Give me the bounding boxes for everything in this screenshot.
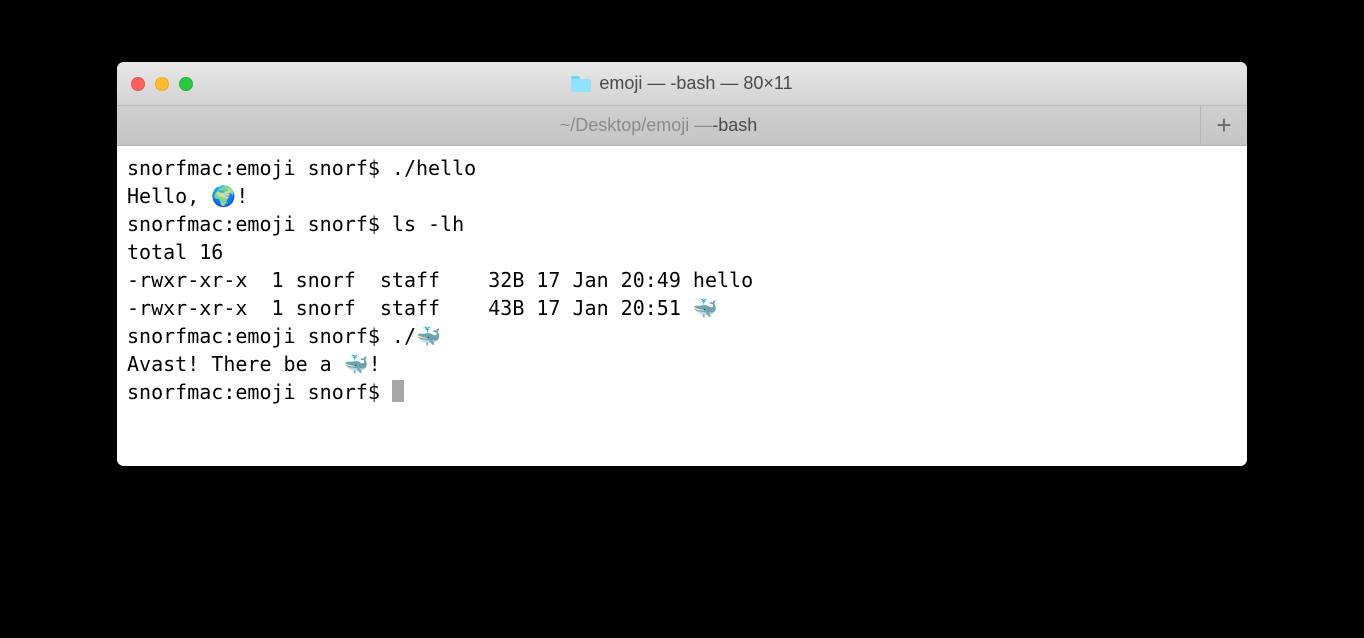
titlebar[interactable]: emoji — -bash — 80×11 — [117, 62, 1247, 106]
tab-bar: ~/Desktop/emoji — -bash + — [117, 106, 1247, 146]
close-button[interactable] — [131, 77, 145, 91]
minimize-button[interactable] — [155, 77, 169, 91]
terminal-window: emoji — -bash — 80×11 ~/Desktop/emoji — … — [117, 62, 1247, 466]
terminal-line: Hello, 🌍! — [127, 182, 1237, 210]
terminal-line: snorfmac:emoji snorf$ — [127, 378, 1237, 406]
terminal-line: -rwxr-xr-x 1 snorf staff 32B 17 Jan 20:4… — [127, 266, 1237, 294]
terminal-line: total 16 — [127, 238, 1237, 266]
window-title-text: emoji — -bash — 80×11 — [599, 73, 792, 94]
folder-icon — [571, 76, 591, 92]
tab-current[interactable]: ~/Desktop/emoji — -bash — [117, 106, 1201, 145]
tab-name: -bash — [712, 115, 757, 136]
terminal-line: -rwxr-xr-x 1 snorf staff 43B 17 Jan 20:5… — [127, 294, 1237, 322]
terminal-body[interactable]: snorfmac:emoji snorf$ ./helloHello, 🌍!sn… — [117, 146, 1247, 466]
new-tab-button[interactable]: + — [1201, 106, 1247, 145]
terminal-line: Avast! There be a 🐳! — [127, 350, 1237, 378]
traffic-lights — [117, 77, 193, 91]
terminal-line: snorfmac:emoji snorf$ ./hello — [127, 154, 1237, 182]
cursor — [392, 380, 404, 402]
maximize-button[interactable] — [179, 77, 193, 91]
terminal-line: snorfmac:emoji snorf$ ls -lh — [127, 210, 1237, 238]
window-title: emoji — -bash — 80×11 — [117, 73, 1247, 94]
terminal-line: snorfmac:emoji snorf$ ./🐳 — [127, 322, 1237, 350]
tab-path: ~/Desktop/emoji — — [560, 115, 713, 136]
